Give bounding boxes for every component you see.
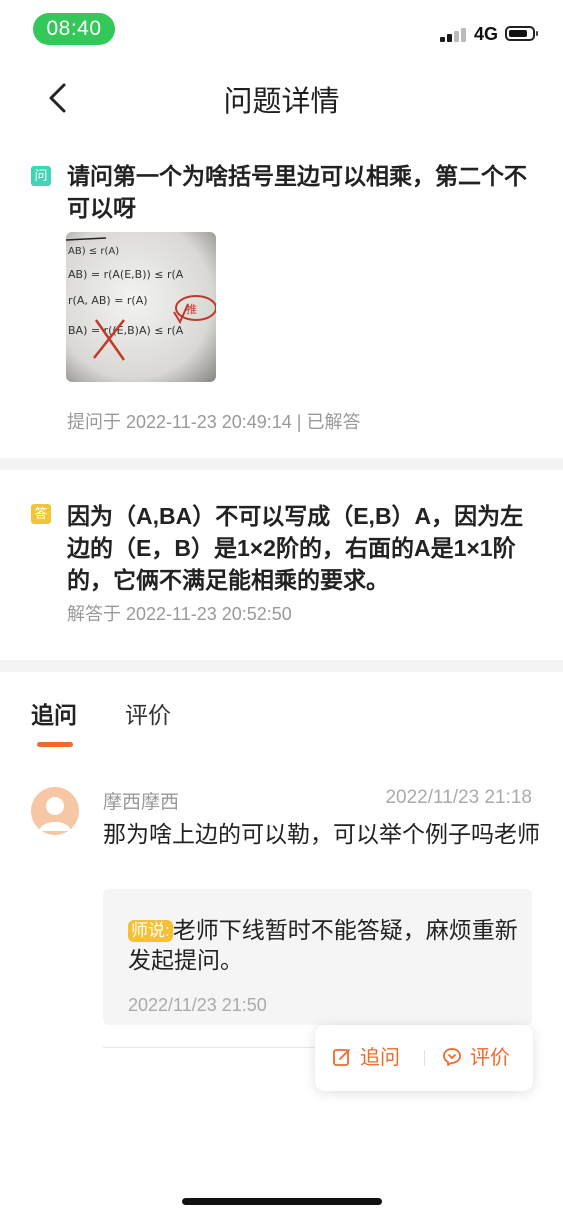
tab-indicator [37,742,73,747]
answer-badge: 答 [31,504,51,524]
network-label: 4G [474,24,499,44]
battery-icon [505,26,538,41]
tab-followup[interactable]: 追问 [31,696,77,730]
image-line-1: AB) ≤ r(A) [68,246,119,257]
comment-time: 2022/11/23 21:18 [385,787,532,808]
section-divider [0,458,563,470]
comment-text: 那为啥上边的可以勒，可以举个例子吗老师 [103,821,540,847]
image-line-3: r(A, AB) = r(A) [68,294,148,307]
status-time: 08:40 [33,13,115,45]
teacher-tag: 师说: [128,920,173,942]
section-divider [0,660,563,672]
status-bar: 08:40 4G [0,0,563,60]
question-image[interactable]: AB) ≤ r(A) AB) = r(A(E,B)) ≤ r(A r(A, AB… [66,232,216,382]
question-badge: 问 [31,166,51,186]
reply-content: 师说: 老师下线暂时不能答疑，麻烦重新发起提问。 [128,915,518,975]
question-text: 请问第一个为啥括号里边可以相乘，第二个不可以呀 [67,163,527,221]
signal-icon [440,26,468,42]
followup-label: 追问 [360,1047,400,1069]
avatar [31,787,79,835]
image-line-4: BA) = r((E,B)A) ≤ r(A [68,324,184,337]
home-indicator [182,1198,382,1205]
page-title: 问题详情 [223,86,340,118]
comment-heart-icon [443,1048,461,1066]
nav-bar: 问题详情 [0,70,563,126]
edit-icon [333,1049,350,1066]
comment-username: 摩西摩西 [103,792,180,813]
reply-time: 2022/11/23 21:50 [128,995,267,1015]
question-meta: 提问于 2022-11-23 20:49:14 | 已解答 [67,412,361,432]
action-separator [424,1050,425,1066]
tab-review[interactable]: 评价 [125,696,171,730]
reply-text: 老师下线暂时不能答疑，麻烦重新发起提问。 [128,917,518,973]
review-button[interactable]: 评价 [442,1045,510,1071]
tab-bar: 追问 评价 [0,690,563,760]
followup-button[interactable]: 追问 [332,1045,400,1071]
answer-text: 因为（A,BA）不可以写成（E,B）A，因为左边的（E，B）是1×2阶的，右面的… [67,503,524,593]
teacher-reply: 师说: 老师下线暂时不能答疑，麻烦重新发起提问。 2022/11/23 21:50 [103,889,532,1025]
review-label: 评价 [470,1047,510,1069]
answer-meta: 解答于 2022-11-23 20:52:50 [67,604,292,624]
image-line-2: AB) = r(A(E,B)) ≤ r(A [68,268,184,281]
action-popup: 追问 评价 [315,1025,533,1091]
